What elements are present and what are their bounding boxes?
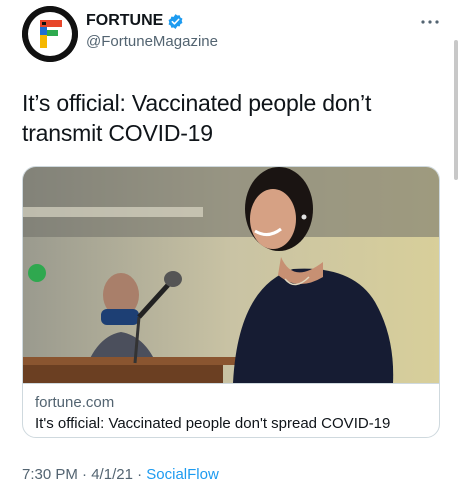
tweet-date[interactable]: 4/1/21 bbox=[91, 466, 133, 483]
tweet-text: It’s official: Vaccinated people don’t t… bbox=[22, 90, 372, 146]
card-domain: fortune.com bbox=[35, 394, 115, 411]
scrollbar[interactable] bbox=[454, 40, 458, 180]
link-card[interactable]: fortune.com It's official: Vaccinated pe… bbox=[22, 166, 440, 438]
card-photo bbox=[23, 167, 439, 383]
account-handle[interactable]: @FortuneMagazine bbox=[86, 33, 218, 50]
fortune-logo-icon bbox=[22, 6, 78, 62]
account-names: FORTUNE @FortuneMagazine bbox=[86, 12, 218, 50]
tweet: FORTUNE @FortuneMagazine It’s official: … bbox=[0, 0, 460, 500]
display-name[interactable]: FORTUNE bbox=[86, 12, 184, 30]
tweet-time[interactable]: 7:30 PM bbox=[22, 466, 78, 483]
card-image[interactable] bbox=[23, 167, 439, 383]
footer-separator: · bbox=[82, 466, 88, 483]
footer-separator: · bbox=[137, 466, 143, 483]
tweet-header: FORTUNE @FortuneMagazine bbox=[22, 6, 442, 62]
avatar[interactable] bbox=[22, 6, 78, 62]
more-options-icon[interactable] bbox=[418, 14, 442, 30]
card-meta[interactable]: fortune.com It's official: Vaccinated pe… bbox=[23, 383, 439, 437]
tweet-footer: 7:30 PM · 4/1/21 · SocialFlow bbox=[22, 466, 219, 483]
verified-badge-icon bbox=[168, 13, 183, 29]
tweet-source-link[interactable]: SocialFlow bbox=[146, 466, 219, 483]
display-name-text[interactable]: FORTUNE bbox=[86, 12, 163, 30]
card-title: It's official: Vaccinated people don't s… bbox=[35, 415, 391, 432]
